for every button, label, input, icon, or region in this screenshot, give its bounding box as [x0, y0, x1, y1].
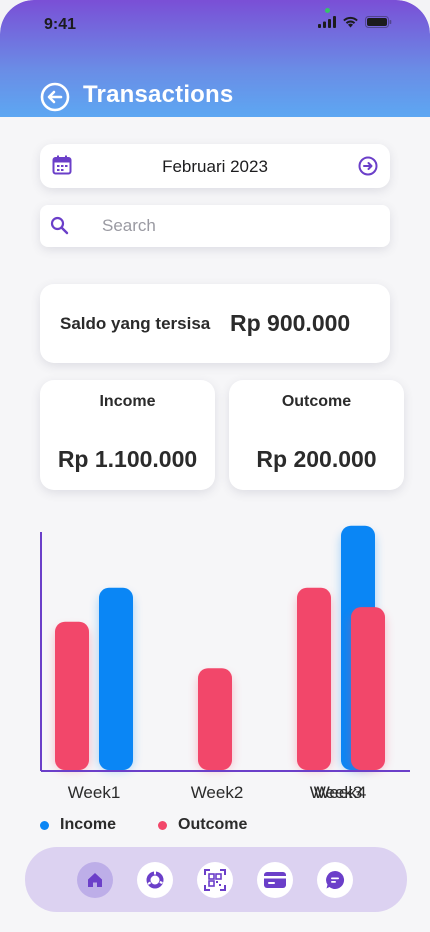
legend-item-outcome: Outcome — [158, 816, 247, 834]
card-icon — [264, 871, 286, 888]
phone-screen: 9:41 Transactions Februari 2023 Search S… — [0, 0, 430, 932]
bar-outcome-week3 — [297, 587, 331, 770]
mic-indicator-dot — [325, 8, 330, 13]
search-icon — [50, 216, 69, 235]
bar-outcome-week2 — [198, 668, 232, 770]
outcome-value: Rp 200.000 — [256, 446, 377, 472]
weekly-bar-chart: Week1 Week2 Week3Week4 — [40, 525, 410, 802]
search-input[interactable] — [102, 213, 372, 239]
bar-outcome-week4 — [351, 607, 385, 770]
nav-home[interactable] — [77, 861, 113, 898]
nav-analytics[interactable] — [137, 861, 173, 898]
nav-messages[interactable] — [317, 861, 353, 898]
income-label: Income — [99, 393, 156, 410]
bottom-nav — [25, 847, 407, 912]
search-bar[interactable] — [40, 205, 390, 247]
legend-item-income: Income — [40, 816, 116, 834]
legend-label-income: Income — [60, 816, 117, 833]
income-value: Rp 1.100.000 — [57, 446, 198, 472]
battery-icon — [365, 16, 392, 28]
page-title: Transactions — [83, 81, 234, 108]
status-time: 9:41 — [44, 16, 77, 33]
legend-label-outcome: Outcome — [178, 816, 248, 833]
bar-outcome-week1 — [55, 621, 89, 770]
chat-icon — [326, 870, 345, 889]
qr-scan-icon — [204, 868, 226, 891]
chart-icon — [146, 871, 164, 888]
next-month-icon[interactable] — [358, 156, 378, 176]
back-arrow-icon[interactable] — [40, 82, 70, 112]
signal-icon — [318, 16, 336, 28]
home-icon — [88, 872, 102, 887]
legend-dot-income — [40, 820, 49, 830]
nav-cards[interactable] — [257, 861, 293, 898]
balance-label: Saldo yang tersisa — [60, 314, 211, 333]
header: 9:41 Transactions — [0, 0, 430, 117]
x-tick-label: Week1 — [68, 783, 121, 802]
bar-income-week1 — [99, 587, 133, 770]
chart-legend: Income Outcome — [40, 816, 247, 834]
outcome-card: Outcome Rp 200.000 — [229, 380, 404, 490]
nav-scan[interactable] — [197, 861, 233, 898]
balance-value: Rp 900.000 — [230, 310, 351, 336]
status-icons — [318, 16, 392, 28]
month-selector[interactable]: Februari 2023 — [40, 144, 390, 188]
x-tick-label: Week4 — [314, 783, 367, 802]
x-tick-label: Week2 — [191, 783, 244, 802]
month-label: Februari 2023 — [162, 157, 268, 176]
balance-card: Saldo yang tersisa Rp 900.000 — [40, 284, 390, 363]
legend-dot-outcome — [158, 820, 168, 830]
income-card: Income Rp 1.100.000 — [40, 380, 215, 490]
wifi-icon — [343, 16, 358, 28]
outcome-label: Outcome — [281, 393, 352, 410]
